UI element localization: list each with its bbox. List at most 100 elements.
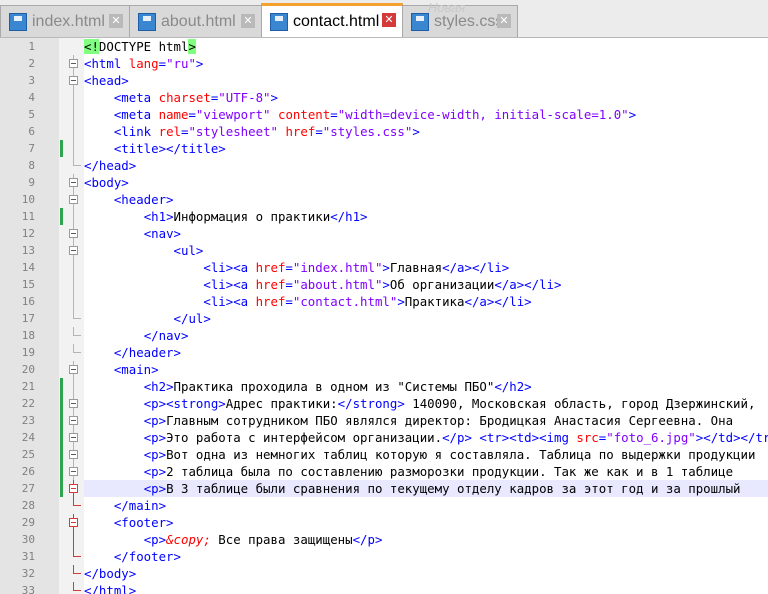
- code-line[interactable]: 30 <p>&copy; Все права защищены</p>: [0, 531, 768, 548]
- fold-toggle-icon[interactable]: [67, 242, 81, 259]
- code-line[interactable]: 9 <body>: [0, 174, 768, 191]
- code-line[interactable]: 20 <main>: [0, 361, 768, 378]
- code-token: <header>: [113, 192, 174, 207]
- code-line[interactable]: 31 </footer>: [0, 548, 768, 565]
- tab-label: contact.html: [293, 12, 380, 30]
- tab-label: styles.css: [434, 12, 504, 30]
- file-icon: [270, 12, 288, 31]
- code-line[interactable]: 8 </head>: [0, 157, 768, 174]
- close-tab-icon[interactable]: ✕: [241, 14, 255, 28]
- code-line[interactable]: 33 </html>: [0, 582, 768, 594]
- code-editor[interactable]: 1 <!DOCTYPE html> 2 <html lang="ru"> 3 <head>…: [0, 38, 768, 594]
- code-line[interactable]: 18 </nav>: [0, 327, 768, 344]
- code-token: Информация о практики: [173, 209, 331, 224]
- code-token: </a></li>: [464, 294, 532, 309]
- code-line[interactable]: 27 <p>В 3 таблице были сравнения по теку…: [0, 480, 768, 497]
- code-line[interactable]: 10 <header>: [0, 191, 768, 208]
- code-line[interactable]: 3 <head>: [0, 72, 768, 89]
- code-line[interactable]: 7 <title></title>: [0, 140, 768, 157]
- code-text: <ul>: [84, 242, 768, 259]
- fold-toggle-icon[interactable]: [67, 514, 81, 531]
- fold-toggle-icon[interactable]: [67, 174, 81, 191]
- code-line[interactable]: 16 <li><a href="contact.html">Практика</…: [0, 293, 768, 310]
- fold-end-marker: [67, 157, 81, 174]
- line-number: 2: [28, 57, 35, 70]
- close-tab-icon[interactable]: ✕: [382, 13, 396, 27]
- fold-toggle-icon[interactable]: [67, 446, 81, 463]
- code-line[interactable]: 21 <h2>Практика проходила в одном из "Си…: [0, 378, 768, 395]
- code-token: </html>: [84, 583, 137, 594]
- fold-line-marker: [67, 293, 81, 310]
- code-token: </nav>: [143, 328, 189, 343]
- line-number: 19: [21, 346, 35, 359]
- code-text: </nav>: [84, 327, 768, 344]
- fold-toggle-icon[interactable]: [67, 412, 81, 429]
- code-line[interactable]: 19 </header>: [0, 344, 768, 361]
- fold-toggle-icon[interactable]: [67, 480, 81, 497]
- code-token: </main>: [113, 498, 167, 513]
- tab-contact-html[interactable]: contact.html ✕: [261, 3, 403, 37]
- code-line[interactable]: 28 </main>: [0, 497, 768, 514]
- fold-toggle-icon[interactable]: [67, 429, 81, 446]
- code-line[interactable]: 24 <p>Это работа с интерфейсом организац…: [0, 429, 768, 446]
- close-tab-icon[interactable]: ✕: [109, 14, 123, 28]
- code-line[interactable]: 2 <html lang="ru">: [0, 55, 768, 72]
- code-line[interactable]: 13 <ul>: [0, 242, 768, 259]
- code-token: <p>: [143, 481, 167, 496]
- tab-index-html[interactable]: index.html ✕: [0, 5, 130, 37]
- line-number: 31: [21, 550, 35, 563]
- code-line[interactable]: 22 <p><strong>Адрес практики:</strong> 1…: [0, 395, 768, 412]
- fold-toggle-icon[interactable]: [67, 361, 81, 378]
- line-number: 16: [21, 295, 35, 308]
- code-line[interactable]: 12 <nav>: [0, 225, 768, 242]
- code-token: "index.html": [292, 260, 383, 275]
- code-token: <li><a: [203, 294, 256, 309]
- line-number: 26: [21, 465, 35, 478]
- fold-toggle-icon[interactable]: [67, 395, 81, 412]
- code-line[interactable]: 6 <link rel="stylesheet" href="styles.cs…: [0, 123, 768, 140]
- code-line[interactable]: 5 <meta name="viewport" content="width=d…: [0, 106, 768, 123]
- code-text: <link rel="stylesheet" href="styles.css"…: [84, 123, 768, 140]
- line-number: 7: [28, 142, 35, 155]
- tab-about-html[interactable]: about.html ✕: [129, 5, 262, 37]
- line-number: 18: [21, 329, 35, 342]
- code-line[interactable]: 23 <p>Главным сотрудником ПБО являлся ди…: [0, 412, 768, 429]
- code-line[interactable]: 11 <h1>Информация о практики</h1>: [0, 208, 768, 225]
- code-token: <!: [84, 39, 99, 54]
- code-line[interactable]: 25 <p>Вот одна из немногих таблиц котору…: [0, 446, 768, 463]
- close-tab-icon[interactable]: ✕: [497, 14, 511, 28]
- fold-toggle-icon[interactable]: [67, 55, 81, 72]
- tab-label: index.html: [32, 12, 105, 30]
- code-text: <header>: [84, 191, 768, 208]
- code-text: <li><a href="contact.html">Практика</a><…: [84, 293, 768, 310]
- code-line[interactable]: 14 <li><a href="index.html">Главная</a><…: [0, 259, 768, 276]
- code-token: <p>: [143, 413, 167, 428]
- fold-toggle-icon[interactable]: [67, 463, 81, 480]
- code-token: "contact.html": [292, 294, 398, 309]
- code-line[interactable]: 26 <p>2 таблица была по составлению разм…: [0, 463, 768, 480]
- code-token: </head>: [84, 158, 137, 173]
- fold-toggle-icon[interactable]: [67, 225, 81, 242]
- line-number: 3: [28, 74, 35, 87]
- code-token: >: [195, 56, 204, 71]
- code-token: DOCTYPE html: [98, 39, 189, 54]
- tab-label: about.html: [161, 12, 236, 30]
- code-line[interactable]: 32 </body>: [0, 565, 768, 582]
- fold-toggle-icon[interactable]: [67, 191, 81, 208]
- code-line[interactable]: 4 <meta charset="UTF-8">: [0, 89, 768, 106]
- code-line[interactable]: 17 </ul>: [0, 310, 768, 327]
- code-token: <p>: [143, 464, 167, 479]
- code-line[interactable]: 15 <li><a href="about.html">Об организац…: [0, 276, 768, 293]
- fold-end-marker: [67, 344, 81, 361]
- code-token: src: [576, 430, 599, 445]
- code-token: href: [255, 294, 286, 309]
- code-line[interactable]: 29 <footer>: [0, 514, 768, 531]
- code-line[interactable]: 1 <!DOCTYPE html>: [0, 38, 768, 55]
- code-text: <h2>Практика проходила в одном из "Систе…: [84, 378, 768, 395]
- fold-end-marker: [67, 548, 81, 565]
- fold-toggle-icon[interactable]: [67, 72, 81, 89]
